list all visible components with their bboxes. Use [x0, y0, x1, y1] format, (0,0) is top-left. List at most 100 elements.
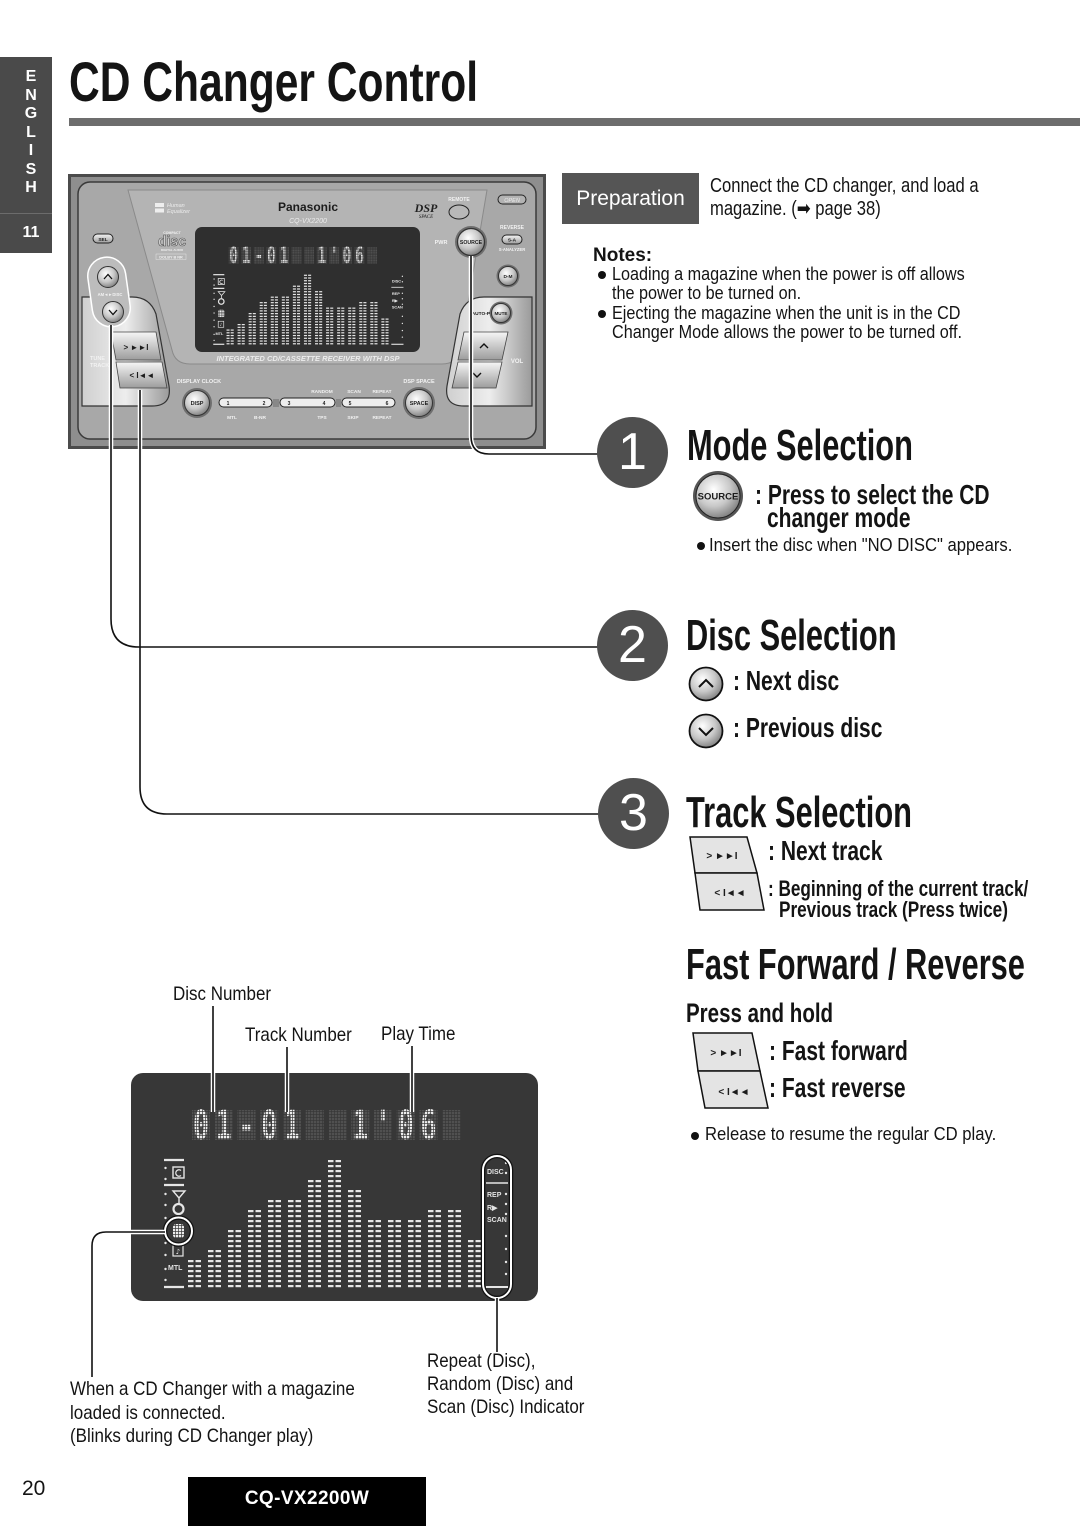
preparation-badge: Preparation	[562, 173, 699, 224]
bullet-icon	[691, 1132, 699, 1140]
next-disc-text: : Next disc	[733, 665, 840, 696]
repeat-label: REPEAT	[372, 389, 391, 395]
preset-number: 3	[288, 401, 291, 407]
prev-track-glyph: < I◄◄	[714, 888, 745, 899]
indicator-dot	[504, 1272, 508, 1276]
note-line: Changer Mode allows the power to be turn…	[612, 322, 963, 342]
indicator-dot	[164, 1177, 167, 1181]
indicator-dot	[164, 1216, 167, 1220]
remote-sensor	[448, 204, 470, 220]
track-label: TRACK	[90, 363, 109, 369]
language-letter: I	[28, 142, 34, 159]
page-number: 20	[22, 1477, 46, 1500]
indicator-dot	[504, 1247, 508, 1251]
svg-text:DSP: DSP	[414, 201, 438, 215]
compact-disc-logo: COMPACT disc DIGITAL AUDIO	[158, 231, 187, 252]
readout-char: 0	[229, 244, 238, 269]
readout-char: 0	[193, 1103, 209, 1149]
indicator-dot	[164, 1253, 167, 1257]
section-title: Fast Forward / Reverse	[686, 940, 1025, 989]
bullet-icon	[598, 271, 606, 279]
indicator-dot	[401, 315, 404, 317]
mtl-indicator: MTL	[168, 1265, 183, 1272]
disc-up-button	[97, 266, 119, 288]
fast-note: Release to resume the regular CD play.	[705, 1123, 997, 1144]
indicator-dot	[213, 292, 215, 294]
auto-p-label: AUTO-P	[472, 311, 491, 317]
readout-char: '	[375, 1103, 391, 1149]
next-track-glyph: > ►►I	[124, 343, 149, 352]
mode-indicator-label: DISC	[487, 1169, 504, 1176]
model-badge: CQ-VX2200W	[188, 1477, 426, 1526]
tps-label: TPS	[317, 415, 327, 421]
readout-char: 6	[421, 1103, 437, 1149]
indicator-dot	[401, 298, 404, 300]
preset-number: 5	[349, 401, 352, 407]
source-label: SOURCE	[460, 240, 483, 246]
source-button-icon: SOURCE	[693, 471, 743, 521]
volume-up-button	[457, 331, 509, 361]
remote-label: REMOTE	[448, 197, 470, 203]
svg-text:♪: ♪	[176, 1248, 180, 1256]
readout-char: '	[330, 244, 339, 269]
preset-number: 4	[323, 401, 326, 407]
language-letter: G	[24, 105, 38, 122]
preparation-text: Connect the CD changer, and load a	[710, 175, 979, 197]
dsp-space-label: DSP SPACE	[403, 379, 435, 385]
volume-down-button	[451, 361, 503, 389]
language-letter: H	[25, 179, 37, 196]
indicator-dot	[401, 336, 404, 338]
mode-indicator-caption: Random (Disc) and	[427, 1373, 574, 1395]
readout-char: 0	[267, 244, 276, 269]
readout-char: 1	[317, 244, 326, 269]
brand-logo: Panasonic	[278, 200, 338, 214]
language-label: E N G L I S H	[14, 68, 48, 198]
sa-label: S-A	[508, 238, 517, 244]
prev-track-glyph: < I◄◄	[718, 1087, 749, 1098]
page-title: CD Changer Control	[69, 50, 479, 113]
mtl-label: MTL	[227, 415, 237, 421]
random-label: RANDOM	[311, 389, 333, 395]
indicator-dot	[213, 278, 215, 280]
mode-indicator-caption: Repeat (Disc),	[427, 1350, 536, 1372]
equalizer-label: Equalizer	[167, 209, 191, 215]
step-title: Disc Selection	[686, 611, 897, 660]
step-number-badge: 2	[597, 610, 668, 681]
section-subtitle: Press and hold	[686, 998, 834, 1028]
readout-char: 1	[352, 1103, 368, 1149]
indicator-dot	[401, 329, 404, 332]
indicator-dot	[213, 333, 215, 336]
tune-label: TUNE	[90, 356, 105, 362]
note-line: Loading a magazine when the power is off…	[612, 264, 965, 284]
svg-text:SPACE: SPACE	[419, 215, 433, 220]
step-instruction: changer mode	[767, 502, 911, 533]
bnr-label: B-NR	[254, 415, 267, 421]
notes-heading: Notes:	[593, 245, 653, 266]
indicator-dot	[504, 1234, 508, 1238]
space-label: SPACE	[410, 401, 429, 407]
indicator-dot	[213, 305, 215, 308]
svg-text:DIGITAL AUDIO: DIGITAL AUDIO	[161, 248, 184, 252]
indicator-dot	[213, 326, 215, 328]
step-title: Track Selection	[686, 788, 912, 837]
disp-label: DISP	[191, 401, 204, 407]
changer-indicator-caption: (Blinks during CD Changer play)	[70, 1425, 314, 1447]
note-line: Ejecting the magazine when the unit is i…	[612, 303, 961, 323]
open-label: OPEN	[504, 198, 520, 204]
track-buttons-icon: > ►►I < I◄◄	[689, 836, 765, 911]
readout-char: 0	[398, 1103, 414, 1149]
readout-cell	[305, 1110, 324, 1140]
changer-indicator-caption: loaded is connected.	[70, 1402, 226, 1424]
section-number: 11	[22, 224, 40, 241]
readout-char: 1	[216, 1103, 232, 1149]
s-analyzer-label: S-ANALYZER	[499, 247, 526, 252]
track-number-label: Track Number	[245, 1024, 352, 1046]
mode-indicator-label: REP	[487, 1192, 502, 1199]
disc-down-button	[102, 301, 124, 323]
bullet-icon	[697, 542, 705, 550]
readout-char: -	[239, 1103, 255, 1149]
indicator-dot	[213, 319, 215, 321]
previous-disc-text: : Previous disc	[733, 712, 883, 743]
note-line: the power to be turned on.	[612, 283, 802, 303]
indicator-dot	[401, 303, 404, 305]
